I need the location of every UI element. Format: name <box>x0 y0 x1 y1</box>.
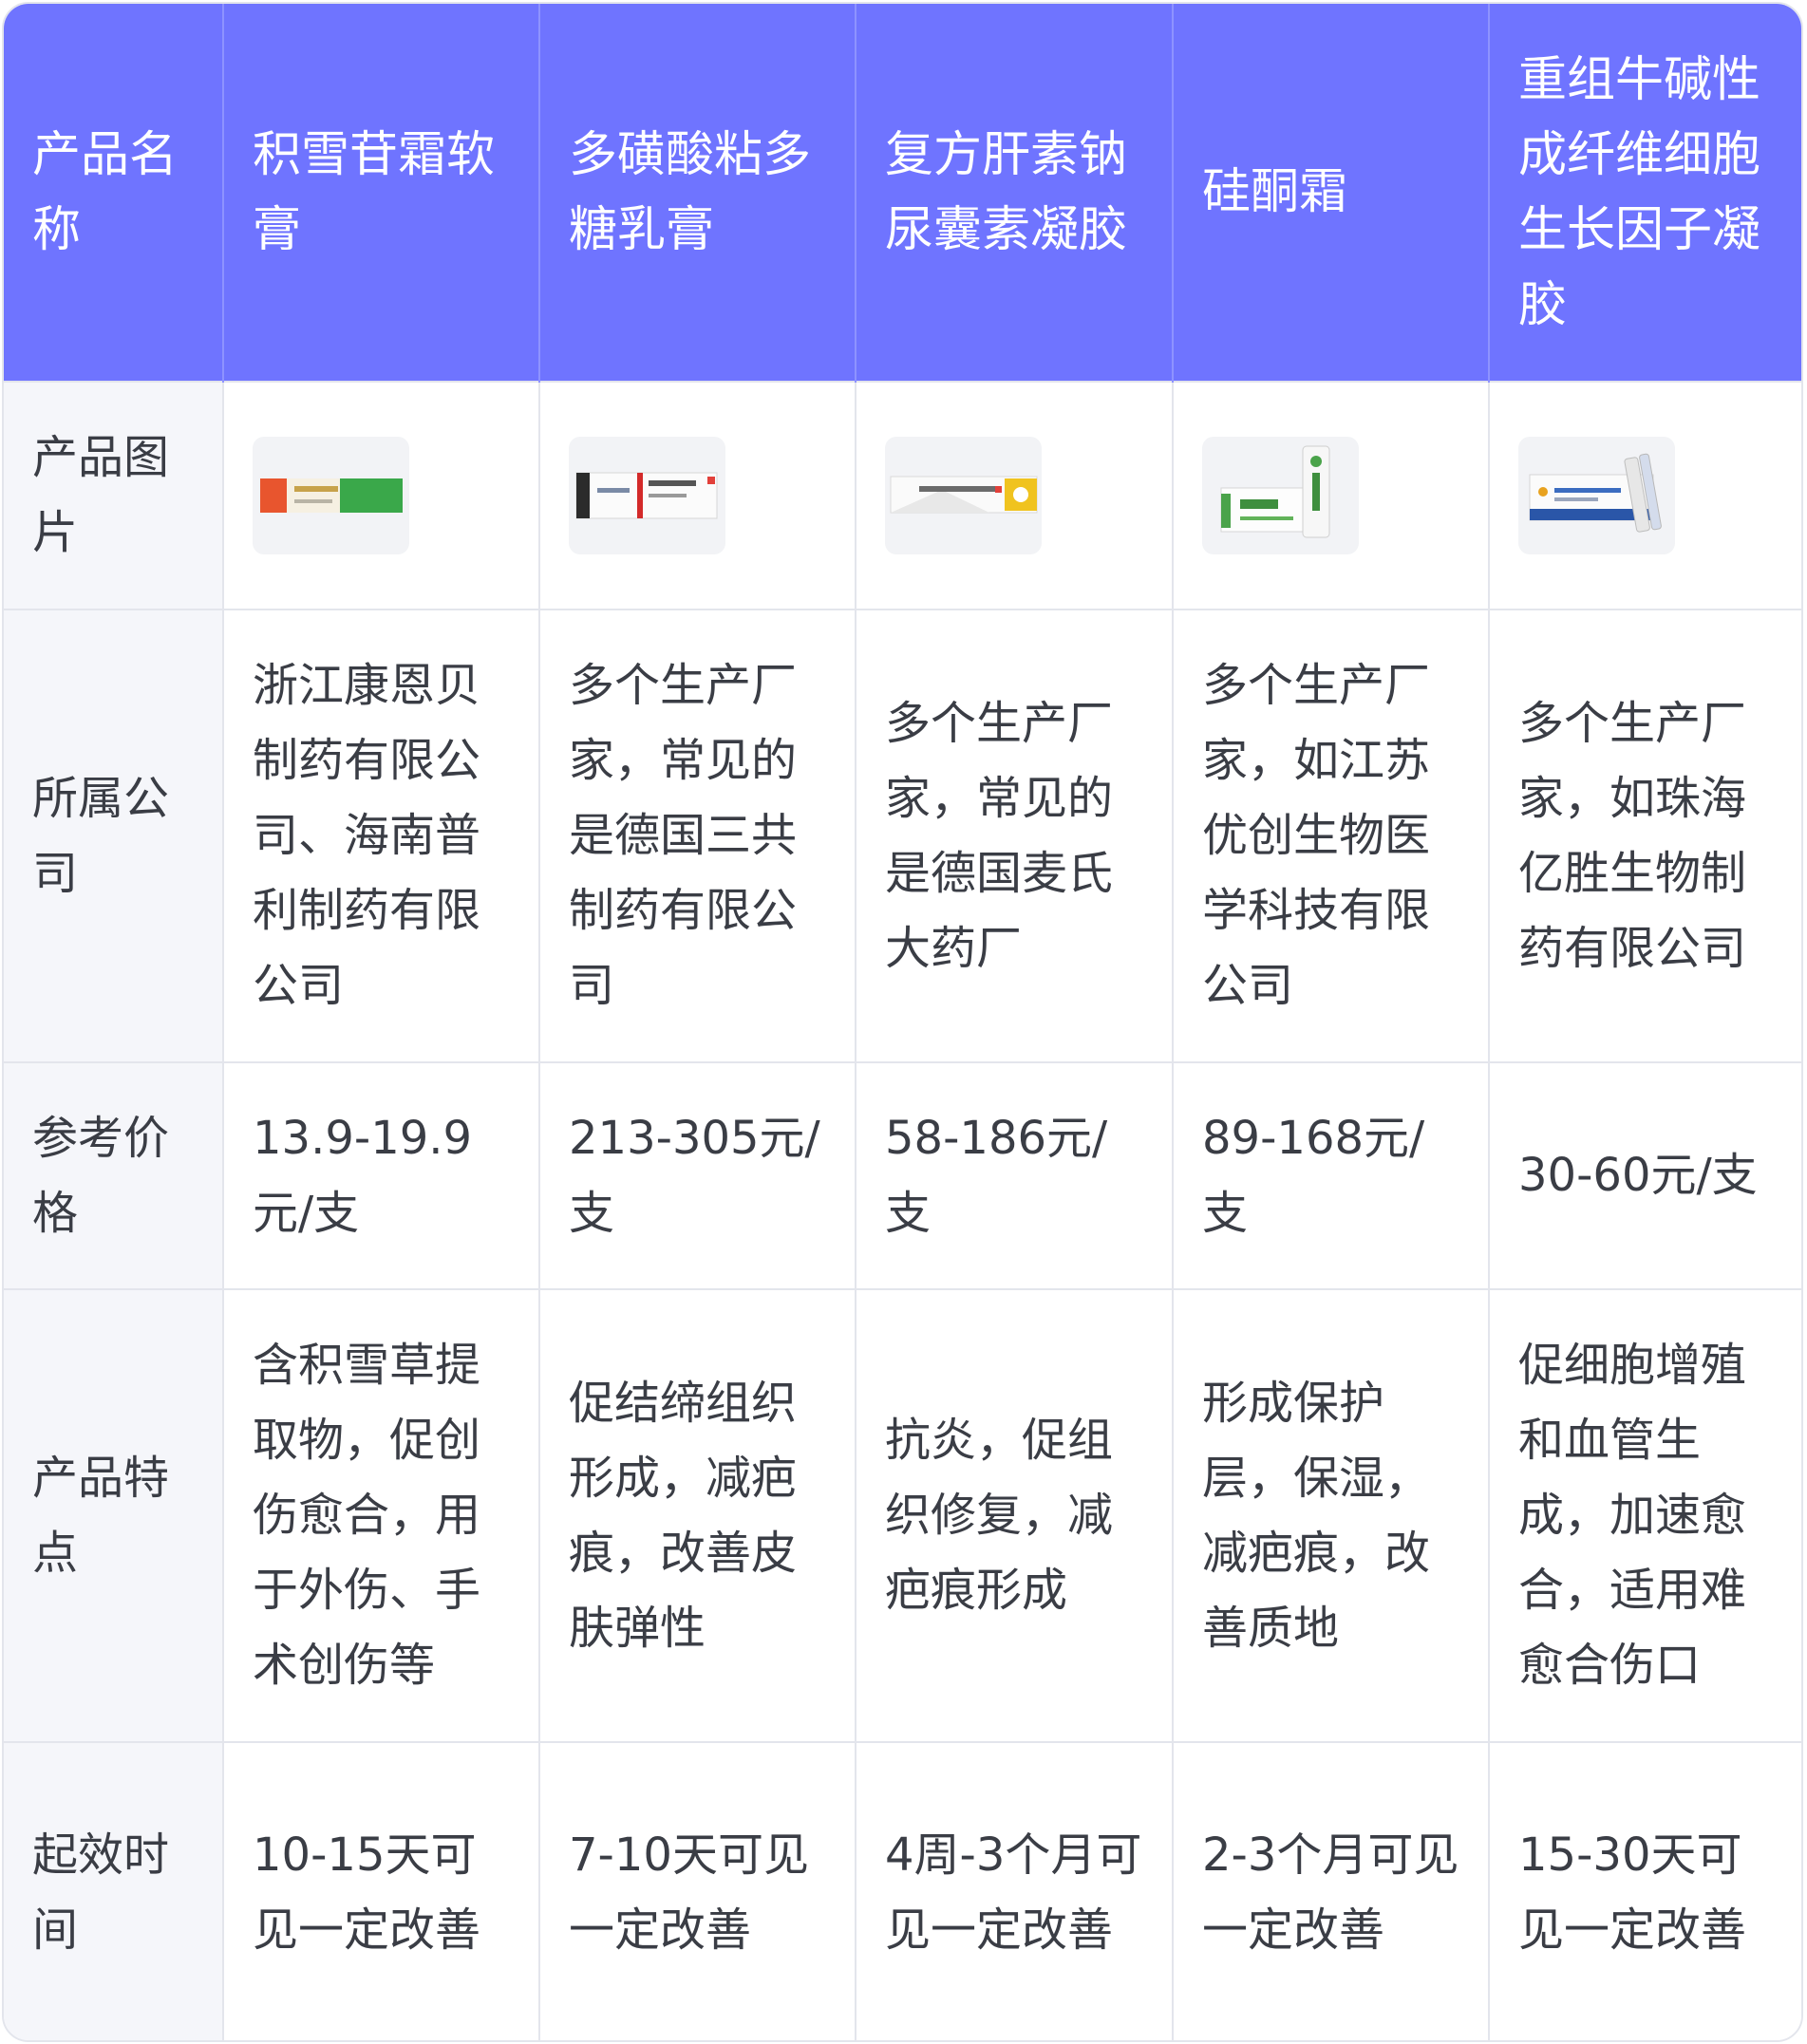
table-cell: 含积雪草提取物，促创伤愈合，用于外伤、手术创伤等 <box>223 1288 540 1742</box>
table-cell: 15-30天可见一定改善 <box>1489 1741 1801 2040</box>
header-cell: 硅酮霜 <box>1173 4 1490 382</box>
product-image-cell <box>223 381 540 609</box>
row-label: 产品图片 <box>4 381 224 609</box>
product-image-silicone-cream <box>1202 437 1359 554</box>
row-label: 参考价格 <box>4 1061 224 1289</box>
table-cell: 58-186元/支 <box>856 1061 1174 1289</box>
table-row: 参考价格 13.9-19.9元/支 213-305元/支 58-186元/支 8… <box>4 1061 1801 1289</box>
header-cell: 多磺酸粘多糖乳膏 <box>539 4 856 382</box>
row-label: 起效时间 <box>4 1741 224 2040</box>
table-cell: 213-305元/支 <box>539 1061 856 1289</box>
table-cell: 7-10天可见一定改善 <box>539 1741 856 2040</box>
table-cell: 2-3个月可见一定改善 <box>1173 1741 1490 2040</box>
product-comparison-table: 产品名称 积雪苷霜软膏 多磺酸粘多糖乳膏 复方肝素钠尿囊素凝胶 硅酮霜 重组牛碱… <box>4 4 1801 2040</box>
table-cell: 多个生产厂家，常见的是德国麦氏大药厂 <box>856 609 1174 1062</box>
table-cell: 促细胞增殖和血管生成，加速愈合，适用难愈合伤口 <box>1489 1288 1801 1742</box>
table-cell: 30-60元/支 <box>1489 1061 1801 1289</box>
table-row: 所属公司 浙江康恩贝制药有限公司、海南普利制药有限公司 多个生产厂家，常见的是德… <box>4 609 1801 1062</box>
row-label: 产品特点 <box>4 1288 224 1742</box>
row-label: 所属公司 <box>4 609 224 1062</box>
table-row: 起效时间 10-15天可见一定改善 7-10天可见一定改善 4周-3个月可见一定… <box>4 1741 1801 2040</box>
product-image-growth-factor-gel <box>1518 437 1675 554</box>
table-cell: 13.9-19.9元/支 <box>223 1061 540 1289</box>
comparison-table-container: 产品名称 积雪苷霜软膏 多磺酸粘多糖乳膏 复方肝素钠尿囊素凝胶 硅酮霜 重组牛碱… <box>2 2 1803 2042</box>
table-cell: 浙江康恩贝制药有限公司、海南普利制药有限公司 <box>223 609 540 1062</box>
table-cell: 多个生产厂家，常见的是德国三共制药有限公司 <box>539 609 856 1062</box>
table-cell: 4周-3个月可见一定改善 <box>856 1741 1174 2040</box>
header-cell: 重组牛碱性成纤维细胞生长因子凝胶 <box>1489 4 1801 382</box>
product-image-cream-box <box>569 437 725 554</box>
table-row: 产品特点 含积雪草提取物，促创伤愈合，用于外伤、手术创伤等 促结缔组织形成，减疤… <box>4 1288 1801 1742</box>
product-image-ointment-tube <box>253 437 409 554</box>
product-image-cell <box>539 381 856 609</box>
product-image-cell <box>1173 381 1490 609</box>
header-cell: 复方肝素钠尿囊素凝胶 <box>856 4 1174 382</box>
product-image-cell <box>1489 381 1801 609</box>
table-cell: 多个生产厂家，如珠海亿胜生物制药有限公司 <box>1489 609 1801 1062</box>
table-row: 产品图片 <box>4 381 1801 609</box>
table-cell: 抗炎，促组织修复，减疤痕形成 <box>856 1288 1174 1742</box>
table-header-row: 产品名称 积雪苷霜软膏 多磺酸粘多糖乳膏 复方肝素钠尿囊素凝胶 硅酮霜 重组牛碱… <box>4 4 1801 382</box>
product-image-gel-box <box>885 437 1042 554</box>
table-cell: 促结缔组织形成，减疤痕，改善皮肤弹性 <box>539 1288 856 1742</box>
table-cell: 10-15天可见一定改善 <box>223 1741 540 2040</box>
product-image-cell <box>856 381 1174 609</box>
header-cell: 积雪苷霜软膏 <box>223 4 540 382</box>
table-cell: 形成保护层，保湿，减疤痕，改善质地 <box>1173 1288 1490 1742</box>
header-cell: 产品名称 <box>4 4 224 382</box>
table-cell: 89-168元/支 <box>1173 1061 1490 1289</box>
table-cell: 多个生产厂家，如江苏优创生物医学科技有限公司 <box>1173 609 1490 1062</box>
